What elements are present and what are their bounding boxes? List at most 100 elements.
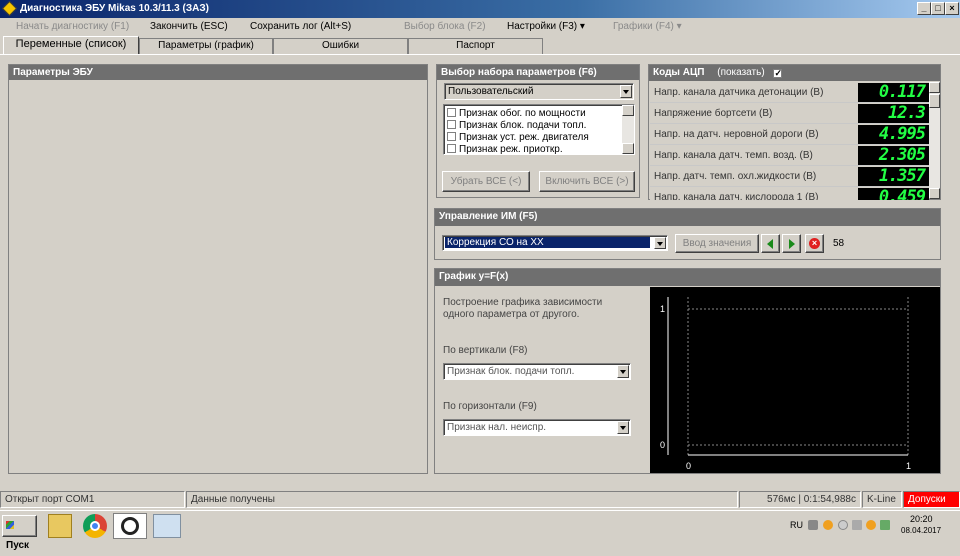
- vertical-select[interactable]: Признак блок. подачи топл.: [443, 363, 631, 380]
- language-indicator[interactable]: RU: [790, 520, 803, 530]
- close-button[interactable]: ×: [945, 2, 959, 15]
- adc-show-label: (показать): [717, 67, 765, 78]
- adc-table: Напр. канала датчика детонации (В) 0.117 …: [650, 82, 929, 200]
- scroll-up-button[interactable]: [929, 82, 940, 93]
- adc-value: 4.995: [858, 125, 929, 144]
- adc-panel: Коды АЦП (показать) ✓ Напр. канала датчи…: [648, 64, 941, 200]
- tab-variables-list[interactable]: Переменные (список): [3, 36, 139, 55]
- taskbar: Пуск RU 20:20 08.04.2017: [0, 510, 960, 551]
- usb-icon[interactable]: [808, 520, 818, 530]
- window-title: Диагностика ЭБУ Mikas 10.3/11.3 (ЗАЗ): [20, 3, 209, 14]
- menu-select-block[interactable]: Выбор блока (F2): [404, 21, 486, 32]
- im-select[interactable]: Коррекция СО на ХХ: [442, 235, 668, 251]
- chevron-down-icon[interactable]: [620, 85, 632, 98]
- tray-app-icon[interactable]: [838, 520, 848, 530]
- title-bar: Диагностика ЭБУ Mikas 10.3/11.3 (ЗАЗ) _ …: [0, 0, 960, 18]
- adc-value: 0.117: [858, 83, 929, 102]
- stop-icon: ×: [809, 238, 820, 249]
- horizontal-label: По горизонтали (F9): [443, 401, 537, 412]
- graph-title: График y=F(x): [435, 269, 940, 286]
- graph-axes: [667, 297, 909, 457]
- graph-panel: График y=F(x) Построение графика зависим…: [434, 268, 941, 474]
- network-icon[interactable]: [880, 520, 890, 530]
- table-row: Напряжение бортсети (В) 12.3: [650, 103, 929, 124]
- scroll-down-button[interactable]: [622, 143, 634, 154]
- adc-value: 12.3: [858, 104, 929, 123]
- im-value: 58: [833, 238, 845, 249]
- checkbox[interactable]: [447, 120, 456, 129]
- enter-value-button[interactable]: Ввод значения: [675, 234, 759, 253]
- status-port: Открыт порт COM1: [0, 491, 185, 508]
- checkbox[interactable]: [447, 108, 456, 117]
- tab-errors[interactable]: Ошибки: [273, 38, 408, 54]
- adc-show-checkbox[interactable]: ✓: [773, 69, 783, 78]
- prev-button[interactable]: [761, 234, 780, 253]
- param-list[interactable]: Признак обог. по мощности Признак блок. …: [443, 104, 635, 155]
- chrome-icon[interactable]: [83, 514, 107, 538]
- folder-icon[interactable]: [48, 514, 72, 538]
- vertical-label: По вертикали (F8): [443, 345, 528, 356]
- status-alert-badge: Допуски: [903, 491, 960, 508]
- checkbox[interactable]: [447, 132, 456, 141]
- ecu-params-title: Параметры ЭБУ: [9, 65, 427, 80]
- chevron-down-icon[interactable]: [617, 421, 629, 434]
- scroll-up-button[interactable]: [622, 105, 634, 116]
- paint-icon[interactable]: [153, 514, 181, 538]
- tab-parameters-graph[interactable]: Параметры (график): [139, 38, 273, 54]
- tray-app-icon[interactable]: [866, 520, 876, 530]
- status-line: K-Line: [862, 491, 902, 508]
- arrow-right-icon: [789, 239, 795, 249]
- checkbox[interactable]: [447, 144, 456, 153]
- status-bar: Открыт порт COM1 Данные получены 576мс |…: [0, 491, 960, 508]
- volume-icon[interactable]: [852, 520, 862, 530]
- y-tick-label: 1: [660, 304, 666, 314]
- list-item[interactable]: Признак обог. по мощности: [447, 108, 586, 119]
- clock-time[interactable]: 20:20: [910, 514, 933, 524]
- menu-graphs[interactable]: Графики (F4) ▾: [613, 21, 682, 32]
- param-list-scrollbar[interactable]: [622, 105, 634, 154]
- include-all-button[interactable]: Включить ВСЕ (>): [539, 171, 635, 192]
- list-item[interactable]: Признак уст. реж. двигателя: [447, 132, 589, 143]
- scroll-down-button[interactable]: [929, 188, 940, 199]
- chevron-down-icon[interactable]: [654, 237, 666, 249]
- graph-canvas[interactable]: 1 0 0 1: [650, 287, 940, 473]
- param-set-title: Выбор набора параметров (F6): [437, 65, 639, 80]
- param-set-panel: Выбор набора параметров (F6) Пользовател…: [436, 64, 640, 198]
- table-row: Напр. канала датчика детонации (В) 0.117: [650, 82, 929, 103]
- x-tick-label: 0: [686, 461, 692, 471]
- list-item[interactable]: Признак реж. приоткр.: [447, 144, 563, 154]
- x-tick-label: 1: [906, 461, 912, 471]
- tray-app-icon[interactable]: [823, 520, 833, 530]
- menu-settings[interactable]: Настройки (F3) ▾: [507, 21, 585, 32]
- scroll-thumb[interactable]: [929, 94, 940, 108]
- status-data: Данные получены: [186, 491, 738, 508]
- maximize-button[interactable]: □: [931, 2, 945, 15]
- adc-scrollbar[interactable]: [929, 82, 940, 199]
- minimize-button[interactable]: _: [917, 2, 931, 15]
- app-icon: [2, 1, 17, 16]
- graph-description: Построение графика зависимости одного па…: [443, 297, 603, 320]
- y-tick-label: 0: [660, 440, 666, 450]
- tab-divider: [0, 54, 960, 55]
- mikas-app-button[interactable]: [113, 513, 147, 539]
- next-button[interactable]: [782, 234, 801, 253]
- stop-button[interactable]: ×: [805, 234, 824, 253]
- start-button[interactable]: Пуск: [2, 515, 37, 551]
- im-control-panel: Управление ИМ (F5) Коррекция СО на ХХ Вв…: [434, 208, 941, 260]
- menu-start-diagnostics[interactable]: Начать диагностику (F1): [16, 21, 129, 32]
- remove-all-button[interactable]: Убрать ВСЕ (<): [442, 171, 530, 192]
- table-row: Напр. канала датч. кислорода 1 (В) 0.459: [650, 187, 929, 200]
- clock-date[interactable]: 08.04.2017: [901, 526, 941, 535]
- im-control-title: Управление ИМ (F5): [435, 209, 940, 226]
- menu-bar: Начать диагностику (F1) Закончить (ESC) …: [0, 18, 960, 36]
- menu-save-log[interactable]: Сохранить лог (Alt+S): [250, 21, 351, 32]
- param-set-selected: Пользовательский: [448, 86, 534, 97]
- chevron-down-icon[interactable]: [617, 365, 629, 378]
- menu-finish[interactable]: Закончить (ESC): [150, 21, 228, 32]
- horizontal-select[interactable]: Признак нал. неиспр.: [443, 419, 631, 436]
- list-item[interactable]: Признак блок. подачи топл.: [447, 120, 586, 131]
- tab-passport[interactable]: Паспорт: [408, 38, 543, 54]
- param-set-select[interactable]: Пользовательский: [444, 83, 634, 100]
- adc-value: 1.357: [858, 167, 929, 186]
- windows-logo-icon: [6, 521, 14, 529]
